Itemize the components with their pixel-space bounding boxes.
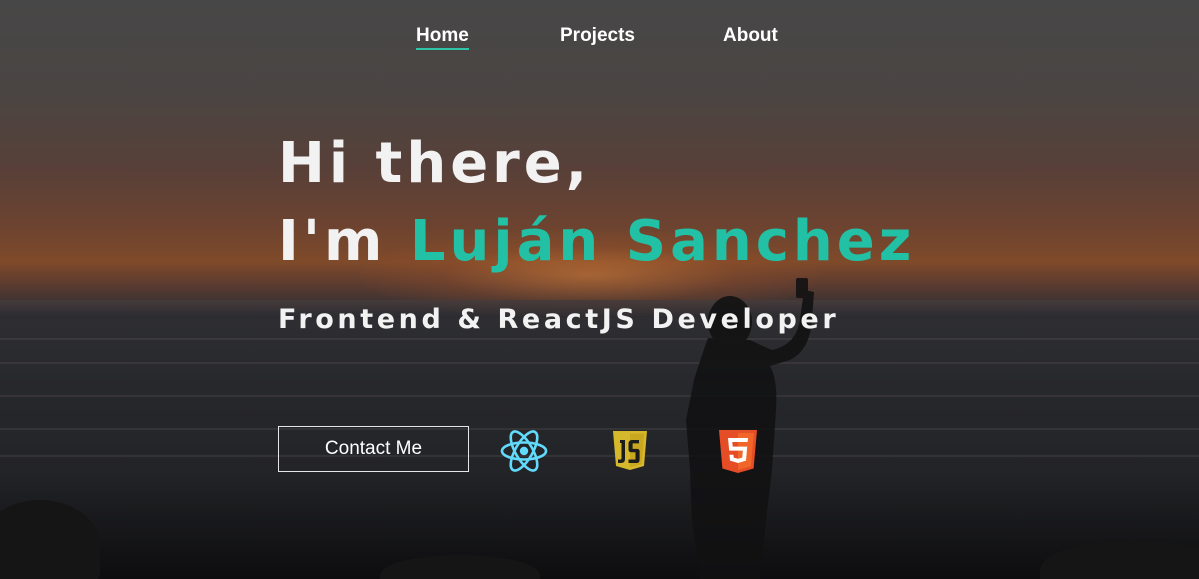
- nav-home-link[interactable]: Home: [416, 25, 469, 50]
- nav-about-link[interactable]: About: [723, 25, 778, 47]
- contact-me-button[interactable]: Contact Me: [278, 426, 469, 472]
- nav-projects-link[interactable]: Projects: [560, 25, 635, 47]
- hero-background: [0, 0, 1199, 579]
- html5-icon: [719, 430, 757, 473]
- name-heading: I'm Luján Sanchez: [278, 214, 915, 270]
- react-icon: [500, 430, 548, 472]
- developer-name: Luján Sanchez: [409, 209, 916, 274]
- greeting-heading: Hi there,: [278, 131, 592, 196]
- top-nav: Home Projects About: [0, 22, 1199, 58]
- person-silhouette: [686, 278, 814, 579]
- greeting-prefix: I'm: [278, 209, 387, 274]
- javascript-icon: [613, 431, 647, 470]
- role-subtitle: Frontend & ReactJS Developer: [278, 304, 840, 335]
